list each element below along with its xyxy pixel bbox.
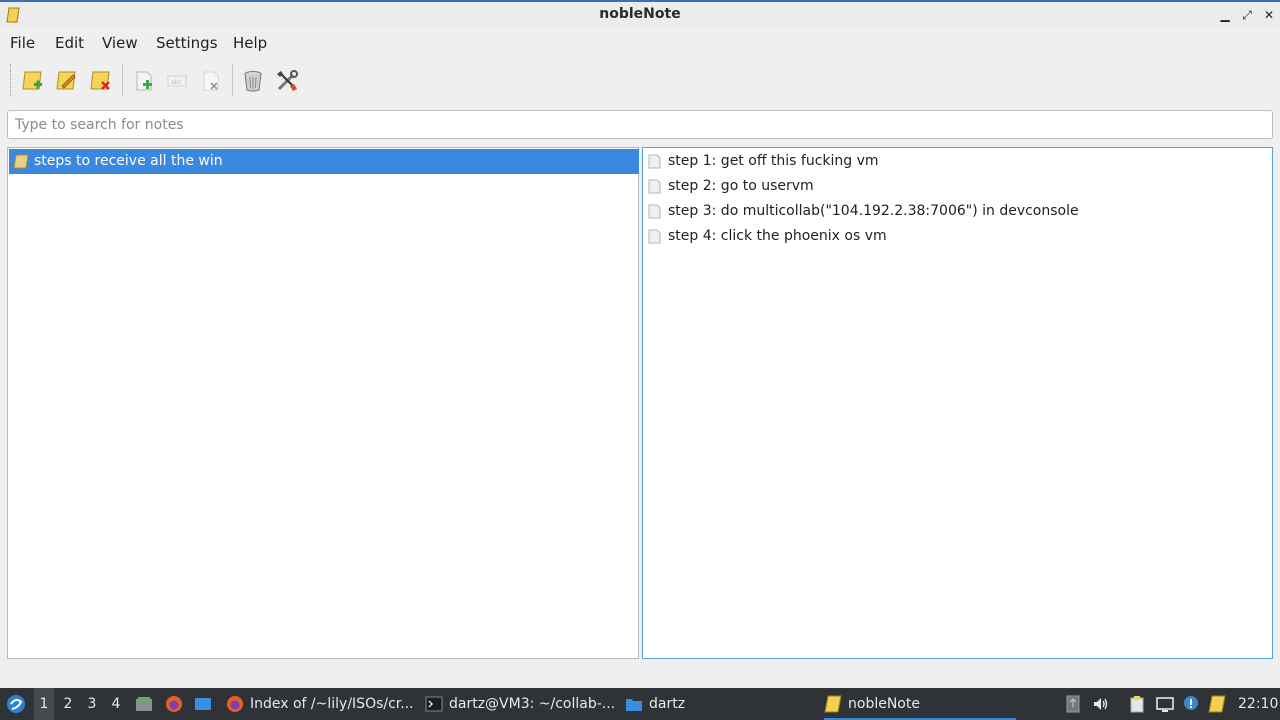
settings-button[interactable] xyxy=(274,68,300,94)
note-item[interactable]: step 3: do multicollab("104.192.2.38:700… xyxy=(648,199,1268,224)
search-input[interactable] xyxy=(7,110,1273,139)
notification-icon[interactable] xyxy=(1182,695,1200,713)
trash-button[interactable] xyxy=(240,68,266,94)
delete-note-icon xyxy=(203,71,219,91)
notebook-item[interactable]: steps to receive all the win xyxy=(9,149,639,174)
task-label: dartz xyxy=(649,696,686,712)
notebook-list: steps to receive all the win xyxy=(7,147,639,659)
taskbar: 1 2 3 4 Index of /~lily/ISOs/cr... dartz… xyxy=(0,688,1280,720)
workspace-1[interactable]: 1 xyxy=(34,688,54,720)
toolbar-handle[interactable] xyxy=(10,64,12,96)
note-label: step 4: click the phoenix os vm xyxy=(668,228,887,244)
task-label: nobleNote xyxy=(848,696,920,712)
desktop-launcher-icon[interactable] xyxy=(194,695,212,713)
window-title: nobleNote xyxy=(599,6,681,22)
note-list: step 1: get off this fucking vm step 2: … xyxy=(642,147,1273,659)
terminal-icon xyxy=(425,696,443,712)
menu-help[interactable]: Help xyxy=(233,34,267,52)
firefox-icon xyxy=(227,696,243,712)
menu-view[interactable]: View xyxy=(102,34,138,52)
toolbar-separator xyxy=(122,64,123,96)
menu-file[interactable]: File xyxy=(10,34,35,52)
minimize-button[interactable]: ▁ xyxy=(1216,6,1234,24)
rename-notebook-button[interactable] xyxy=(54,68,80,94)
rename-notebook-icon xyxy=(56,71,76,90)
task-terminal[interactable]: dartz@VM3: ~/collab-... xyxy=(425,688,615,720)
toolbar: abc xyxy=(0,58,1280,104)
close-button[interactable]: ✕ xyxy=(1260,6,1278,24)
start-menu-icon[interactable] xyxy=(6,694,26,714)
noblenote-tray-icon[interactable] xyxy=(1208,695,1226,713)
clipboard-icon[interactable] xyxy=(1128,695,1146,713)
task-label: dartz@VM3: ~/collab-... xyxy=(449,696,616,712)
new-note-button[interactable] xyxy=(131,68,157,94)
toolbar-separator xyxy=(232,64,233,96)
volume-icon[interactable] xyxy=(1092,695,1110,713)
menu-settings[interactable]: Settings xyxy=(156,34,218,52)
task-label: Index of /~lily/ISOs/cr... xyxy=(250,696,414,712)
folder-icon xyxy=(626,699,642,711)
new-notebook-button[interactable] xyxy=(20,68,46,94)
new-notebook-icon xyxy=(22,71,42,90)
noblenote-icon xyxy=(824,695,842,713)
clock[interactable]: 22:10 xyxy=(1238,688,1278,720)
rename-note-button[interactable]: abc xyxy=(164,68,190,94)
delete-notebook-icon xyxy=(90,71,110,90)
delete-notebook-button[interactable] xyxy=(88,68,114,94)
svg-text:abc: abc xyxy=(171,79,182,86)
notebook-label: steps to receive all the win xyxy=(34,153,223,169)
tools-icon xyxy=(277,70,298,91)
note-item[interactable]: step 4: click the phoenix os vm xyxy=(648,224,1268,249)
maximize-button[interactable]: ⤢ xyxy=(1238,6,1256,24)
workspace-4[interactable]: 4 xyxy=(106,688,126,720)
menu-edit[interactable]: Edit xyxy=(55,34,84,52)
note-item[interactable]: step 1: get off this fucking vm xyxy=(648,149,1268,174)
workspace-3[interactable]: 3 xyxy=(82,688,102,720)
network-icon[interactable] xyxy=(1156,695,1174,713)
note-label: step 3: do multicollab("104.192.2.38:700… xyxy=(668,203,1079,219)
note-icon xyxy=(648,204,661,219)
menu-bar: File Edit View Settings Help xyxy=(0,30,1280,56)
note-label: step 1: get off this fucking vm xyxy=(668,153,879,169)
task-noblenote[interactable]: nobleNote xyxy=(824,688,1016,720)
task-file-manager[interactable]: dartz xyxy=(625,688,815,720)
note-item[interactable]: step 2: go to uservm xyxy=(648,174,1268,199)
note-icon xyxy=(648,154,661,169)
title-bar: nobleNote ▁ ⤢ ✕ xyxy=(0,0,1280,28)
task-firefox[interactable]: Index of /~lily/ISOs/cr... xyxy=(226,688,414,720)
file-manager-launcher-icon[interactable] xyxy=(135,695,153,713)
rename-note-icon: abc xyxy=(167,75,187,87)
trash-icon xyxy=(244,71,262,92)
workspace-2[interactable]: 2 xyxy=(58,688,78,720)
tray-updates-icon[interactable] xyxy=(1064,695,1082,713)
firefox-launcher-icon[interactable] xyxy=(165,695,183,713)
note-label: step 2: go to uservm xyxy=(668,178,814,194)
delete-note-button[interactable] xyxy=(198,68,224,94)
note-icon xyxy=(648,229,661,244)
new-note-icon xyxy=(136,71,152,91)
notebook-icon xyxy=(13,154,29,169)
note-icon xyxy=(648,179,661,194)
